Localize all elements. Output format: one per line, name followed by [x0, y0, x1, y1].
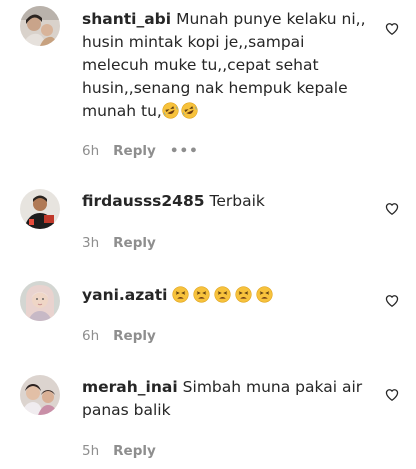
more-dots-icon[interactable]: •••: [170, 142, 199, 160]
comment-body: shanti_abi Munah punye kelaku ni,, husin …: [82, 8, 367, 123]
reply-button[interactable]: Reply: [113, 235, 156, 251]
tired-face-emoji: [172, 286, 190, 303]
comment-timestamp: 5h: [82, 443, 100, 459]
like-heart-icon[interactable]: [385, 22, 399, 36]
avatar[interactable]: [20, 189, 60, 229]
avatar[interactable]: [20, 375, 60, 415]
avatar[interactable]: [20, 281, 60, 321]
tired-face-emoji: [235, 286, 253, 303]
comment-body: firdausss2485 Terbaik: [82, 190, 367, 213]
comment-meta: 3h Reply: [82, 234, 156, 252]
comment-meta: 5h Reply: [82, 442, 156, 460]
comment-text: Terbaik: [209, 192, 265, 210]
avatar[interactable]: [20, 6, 60, 46]
reply-button[interactable]: Reply: [113, 443, 156, 459]
comment-username[interactable]: merah_inai: [82, 378, 178, 396]
like-heart-icon[interactable]: [385, 388, 399, 402]
like-heart-icon[interactable]: [385, 202, 399, 216]
comment-body: merah_inai Simbah muna pakai air panas ba…: [82, 376, 367, 422]
comment-timestamp: 3h: [82, 235, 100, 251]
reply-button[interactable]: Reply: [113, 328, 156, 344]
rofl-emoji: [181, 102, 198, 119]
rofl-emoji: [162, 102, 179, 119]
comment-timestamp: 6h: [82, 328, 100, 344]
comment-timestamp: 6h: [82, 143, 100, 159]
comment-username[interactable]: yani.azati: [82, 286, 167, 304]
comment-body: yani.azati: [82, 284, 367, 307]
tired-face-emoji: [193, 286, 211, 303]
comment-username[interactable]: firdausss2485: [82, 192, 205, 210]
tired-face-emoji: [256, 286, 274, 303]
comment-meta: 6h Reply: [82, 327, 156, 345]
tired-face-emoji: [214, 286, 232, 303]
like-heart-icon[interactable]: [385, 294, 399, 308]
comment-meta: 6h Reply •••: [82, 142, 199, 160]
comment-username[interactable]: shanti_abi: [82, 10, 171, 28]
reply-button[interactable]: Reply: [113, 143, 156, 159]
